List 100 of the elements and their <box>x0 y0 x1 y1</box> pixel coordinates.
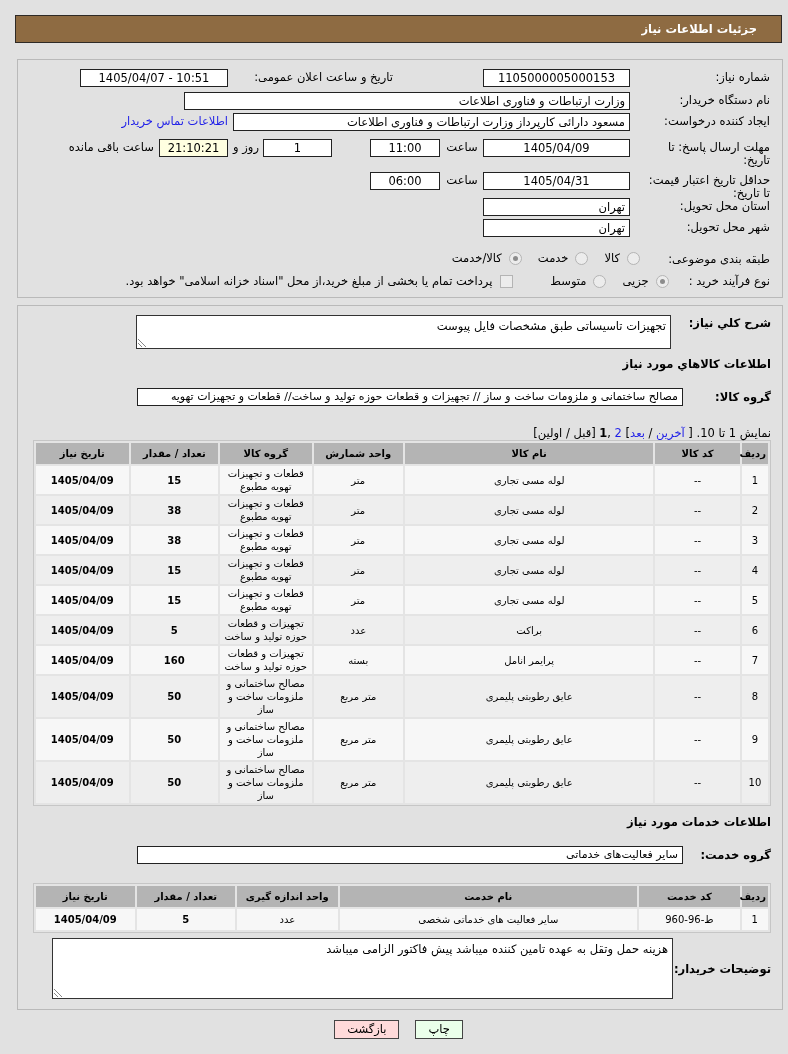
table-cell: 38 <box>130 526 219 554</box>
column-header: گروه کالا <box>220 443 312 464</box>
field-label: تاریخ و ساعت اعلان عمومی: <box>254 71 393 84</box>
table-cell: 5 <box>741 586 768 614</box>
table-cell: لوله مسی تجاری <box>405 466 654 494</box>
checkbox[interactable] <box>500 274 514 288</box>
section-heading: اطلاعات خدمات مورد نیاز <box>625 815 771 829</box>
table-cell: متر مربع <box>313 676 403 717</box>
column-header: تاریخ نیاز <box>36 443 129 464</box>
text-field[interactable]: تهران <box>483 219 630 237</box>
radio-button[interactable] <box>655 274 669 288</box>
table-cell: 8 <box>741 676 768 717</box>
table-cell: متر <box>313 466 403 494</box>
resize-grip-icon[interactable] <box>138 339 146 347</box>
table-cell: 2 <box>741 496 768 524</box>
table-cell: -- <box>655 616 740 644</box>
table-cell: 160 <box>130 646 219 674</box>
text-field[interactable]: وزارت ارتباطات و فناوری اطلاعات <box>184 92 630 110</box>
table-cell: 38 <box>130 496 219 524</box>
text-field[interactable]: سایر فعالیت‌های خدماتی <box>137 846 683 864</box>
text-field[interactable]: مسعود دارائی کارپرداز وزارت ارتباطات و فناوری اطلاعات <box>233 113 630 131</box>
column-header: کد کالا <box>655 443 740 464</box>
table-cell: -- <box>655 676 740 717</box>
table-cell: -- <box>655 496 740 524</box>
field-label: حداقل تاریخ اعتبار قیمت: تا تاریخ: <box>647 174 770 200</box>
text-field[interactable]: تهران <box>483 198 630 216</box>
back-button[interactable]: بازگشت <box>334 1020 400 1039</box>
resize-grip-icon[interactable] <box>54 989 62 997</box>
table-cell: قطعات و تجهیزات تهویه مطبوع <box>220 586 312 614</box>
field-label: نام دستگاه خریدار: <box>679 94 770 107</box>
table-cell: متر <box>313 556 403 584</box>
text-field[interactable]: 11:00 <box>370 139 440 157</box>
radio-label: کالا <box>604 251 620 265</box>
table-cell: ط-96-960 <box>639 909 740 930</box>
table-cell: 3 <box>741 526 768 554</box>
text-field[interactable]: 1405/04/07 - 10:51 <box>80 69 228 87</box>
pagination-link[interactable]: بعد <box>630 426 645 440</box>
table-cell: پرایمر انامل <box>405 646 654 674</box>
text-field[interactable]: 1405/04/09 <box>483 139 630 157</box>
column-header: ردیف <box>741 886 768 907</box>
text-field[interactable]: مصالح ساختمانی و ملزومات ساخت و ساز // تجهیزات و قطعات حوزه تولید و ساخت// قطعات و تجهیزات تهویه <box>137 388 683 406</box>
radio-button[interactable] <box>575 251 589 265</box>
checkbox-label: پرداخت تمام یا بخشی از مبلغ خرید،از محل "اسناد خزانه اسلامی" خواهد بود. <box>125 274 493 288</box>
radio-label: جزیی <box>622 274 649 288</box>
table-cell: تجهیزات و قطعات حوزه تولید و ساخت <box>220 646 312 674</box>
table-cell: 50 <box>130 719 219 760</box>
text-field[interactable]: 1 <box>263 139 332 157</box>
column-header: تاریخ نیاز <box>36 886 135 907</box>
description-field[interactable]: تجهیزات تاسیساتی طبق مشخصات فایل پیوست <box>136 315 671 349</box>
radio-button[interactable] <box>508 251 522 265</box>
table-cell: 1405/04/09 <box>36 676 129 717</box>
countdown-field[interactable]: 21:10:21 <box>159 139 228 157</box>
table-cell: مصالح ساختمانی و ملزومات ساخت و ساز <box>220 762 312 803</box>
field-label: طبقه بندی موضوعی: <box>668 252 770 266</box>
table-cell: 1405/04/09 <box>36 646 129 674</box>
table-cell: عایق رطوبتی پلیمری <box>405 762 654 803</box>
table-cell: لوله مسی تجاری <box>405 496 654 524</box>
table-cell: -- <box>655 466 740 494</box>
table-cell: متر مربع <box>313 762 403 803</box>
table-cell: 15 <box>130 586 219 614</box>
table-cell: 4 <box>741 556 768 584</box>
table-cell: مصالح ساختمانی و ملزومات ساخت و ساز <box>220 676 312 717</box>
table-cell: 1 <box>741 466 768 494</box>
table-cell: 1 <box>741 909 768 930</box>
table-cell: 1405/04/09 <box>36 616 129 644</box>
table-cell: لوله مسی تجاری <box>405 586 654 614</box>
pagination-link[interactable]: آخرین <box>656 426 685 440</box>
table-cell: متر <box>313 496 403 524</box>
table-cell: 1405/04/09 <box>36 466 129 494</box>
field-label: استان محل تحویل: <box>679 200 770 213</box>
table-cell: 7 <box>741 646 768 674</box>
column-header: نام کالا <box>405 443 654 464</box>
column-header: تعداد / مقدار <box>130 443 219 464</box>
days-label: روز و <box>233 141 259 154</box>
text-field[interactable]: 1105000005000153 <box>483 69 630 87</box>
remaining-label: ساعت باقی مانده <box>68 139 154 154</box>
table-cell: 9 <box>741 719 768 760</box>
radio-label: کالا/خدمت <box>451 251 502 265</box>
contact-link[interactable]: اطلاعات تماس خریدار <box>121 113 228 128</box>
column-header: ردیف <box>741 443 768 464</box>
field-label: مهلت ارسال پاسخ: تا تاریخ: <box>666 141 770 167</box>
table-cell: لوله مسی تجاری <box>405 556 654 584</box>
table-cell: -- <box>655 586 740 614</box>
table-cell: عایق رطوبتی پلیمری <box>405 676 654 717</box>
table-cell: 1405/04/09 <box>36 586 129 614</box>
text-field[interactable]: 1405/04/31 <box>483 172 630 190</box>
radio-button[interactable] <box>627 251 640 265</box>
table-cell: 1405/04/09 <box>36 556 129 584</box>
column-header: کد خدمت <box>639 886 740 907</box>
table-cell: 5 <box>136 909 235 930</box>
notes-field[interactable]: هزینه حمل وتقل به عهده تامین کننده میباشد پیش فاکتور الزامی میباشد <box>52 938 673 999</box>
table-cell: -- <box>655 526 740 554</box>
table-cell: بسته <box>313 646 403 674</box>
print-button[interactable]: چاپ <box>415 1020 463 1039</box>
text-field[interactable]: 06:00 <box>370 172 440 190</box>
pagination-link[interactable]: 2 <box>614 426 622 440</box>
table-cell: 6 <box>741 616 768 644</box>
table-cell: -- <box>655 646 740 674</box>
radio-label: متوسط <box>550 274 587 288</box>
radio-button[interactable] <box>593 274 607 288</box>
